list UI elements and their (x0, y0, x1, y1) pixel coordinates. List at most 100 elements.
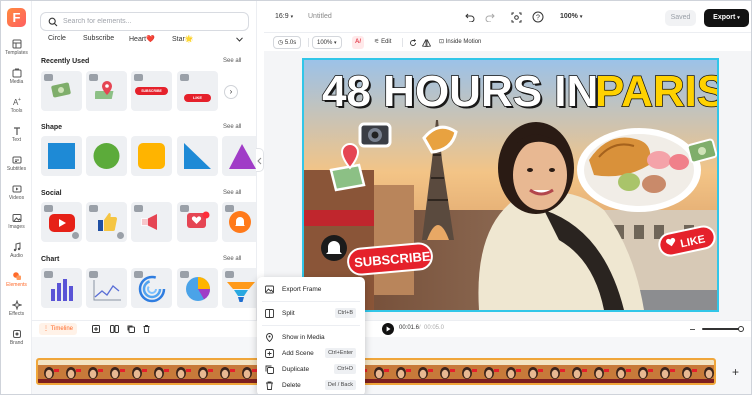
rail-item-audio[interactable]: Audio (1, 242, 32, 259)
see-all-shape[interactable]: See all (223, 124, 241, 130)
saved-button[interactable]: Saved (665, 10, 696, 26)
recent-tile-subscribe[interactable]: SUBSCRIBE (131, 71, 172, 111)
rail-label: Audio (10, 253, 23, 259)
chip-circle[interactable]: Circle (48, 35, 66, 42)
element-zoom-select[interactable]: 100% ▾ (312, 36, 342, 49)
inside-motion-button[interactable]: ⊡ Inside Motion (439, 36, 481, 49)
social-tile-youtube[interactable] (41, 202, 82, 242)
chart-tile-funnel[interactable] (222, 268, 256, 308)
triangle-shape-icon (229, 144, 256, 169)
chip-subscribe[interactable]: Subscribe (83, 35, 114, 42)
rail-item-effects[interactable]: Effects (1, 300, 32, 317)
see-all-chart[interactable]: See all (223, 256, 241, 262)
social-tile-megaphone[interactable] (131, 202, 172, 242)
video-clip-track[interactable] (36, 358, 716, 385)
chart-tile-radial[interactable] (131, 268, 172, 308)
split-clip-icon[interactable] (110, 325, 119, 333)
inside-motion-label: Inside Motion (445, 39, 482, 45)
see-all-social[interactable]: See all (223, 190, 241, 196)
social-tile-heart-notification[interactable] (177, 202, 218, 242)
timeline-icon: ⋮ (43, 326, 49, 332)
copy-clip-icon[interactable] (127, 325, 135, 333)
timeline-track-area: + (32, 337, 751, 394)
menu-item-delete[interactable]: Delete Del / Back (257, 378, 365, 393)
flip-icon[interactable] (422, 39, 431, 47)
context-menu: Export Frame Split Ctrl+B Show in Media … (257, 277, 365, 394)
chevron-right-icon[interactable]: › (224, 85, 238, 99)
recent-tile-like[interactable]: LIKE (177, 71, 218, 111)
video-canvas[interactable]: 48 HOURS IN 48 HOURS IN PARIS SUBSCRIBE … (302, 58, 719, 312)
timeline-zoom-handle[interactable] (738, 326, 744, 332)
aspect-ratio-select[interactable]: 16:9 ▾ (275, 13, 293, 20)
rail-label: Images (8, 224, 25, 230)
redo-icon[interactable] (485, 12, 495, 22)
premium-icon (134, 74, 143, 81)
zoom-value: 100% (560, 13, 578, 20)
money-sticker-icon (51, 82, 71, 98)
timeline-tab[interactable]: ⋮ Timeline (39, 323, 78, 335)
menu-item-export-frame[interactable]: Export Frame (257, 282, 365, 297)
duration-button[interactable]: ◷ 5.0s (273, 36, 302, 49)
chevron-down-icon[interactable] (236, 37, 243, 42)
play-button[interactable] (382, 323, 394, 335)
menu-divider (262, 325, 360, 326)
add-clip-icon[interactable] (92, 325, 100, 333)
rail-item-templates[interactable]: Templates (1, 39, 32, 56)
rail-item-subtitles[interactable]: Subtitles (1, 155, 32, 172)
rail-item-images[interactable]: Images (1, 213, 32, 230)
chip-star[interactable]: Star🌟 (172, 35, 194, 43)
search-box[interactable] (40, 12, 249, 31)
shape-tile-purple-triangle[interactable] (222, 136, 256, 176)
premium-icon (225, 271, 234, 278)
menu-item-add-scene[interactable]: Add Scene Ctrl+Enter (257, 346, 365, 361)
chart-tile-bar[interactable] (41, 268, 82, 308)
clock-icon: ◷ (278, 40, 284, 46)
rail-item-tools[interactable]: A + Tools (1, 97, 32, 114)
pie-chart-icon (186, 277, 210, 301)
top-bar: 16:9 ▾ Untitled ? 100% ▾ Saved Export ▾ (264, 1, 751, 33)
menu-item-duplicate[interactable]: Duplicate Ctrl+D (257, 362, 365, 377)
clip-thumbnails (38, 360, 714, 383)
menu-item-split[interactable]: Split Ctrl+B (257, 306, 365, 321)
export-button[interactable]: Export ▾ (704, 9, 749, 27)
badge-icon (117, 232, 124, 239)
zoom-select[interactable]: 100% ▾ (560, 13, 582, 20)
rail-item-brand[interactable]: Brand (1, 329, 32, 346)
panel-collapse-handle[interactable] (256, 148, 264, 172)
section-title-social: Social (41, 190, 62, 197)
chip-heart[interactable]: Heart❤️ (129, 35, 155, 43)
shape-tile-square[interactable] (41, 136, 82, 176)
rail-item-text[interactable]: Text (1, 126, 32, 143)
help-icon[interactable]: ? (532, 11, 544, 23)
add-track-button[interactable]: + (732, 365, 739, 379)
chart-tile-pie[interactable] (177, 268, 218, 308)
see-all-recently-used[interactable]: See all (223, 58, 241, 64)
zoom-out-icon[interactable] (690, 329, 695, 330)
edit-toolbar: ◷ 5.0s 100% ▾ A/ ⚟ Edit ⊡ Inside Motion (264, 33, 751, 51)
rail-item-media[interactable]: Media (1, 68, 32, 85)
edit-button[interactable]: ⚟ Edit (374, 36, 391, 49)
recent-tile-map-pin[interactable] (86, 71, 127, 111)
shape-tile-rounded-square[interactable] (131, 136, 172, 176)
rail-item-elements[interactable]: Elements (1, 271, 32, 288)
ai-text-button[interactable]: A/ (352, 36, 364, 49)
svg-text:+: + (18, 97, 21, 103)
menu-item-show-in-media[interactable]: Show in Media (257, 330, 365, 345)
shape-tile-circle[interactable] (86, 136, 127, 176)
project-title[interactable]: Untitled (308, 13, 332, 20)
trash-icon[interactable] (143, 325, 150, 333)
undo-icon[interactable] (465, 12, 475, 22)
radial-chart-icon (138, 275, 166, 303)
social-tile-bell[interactable] (222, 202, 256, 242)
shape-tile-triangle[interactable] (177, 136, 218, 176)
effects-icon (11, 300, 22, 310)
timeline-zoom-slider[interactable] (702, 328, 742, 330)
social-tile-thumbs-up[interactable] (86, 202, 127, 242)
chart-tile-line[interactable] (86, 268, 127, 308)
search-input[interactable] (63, 15, 243, 28)
screenshot-icon[interactable] (511, 12, 522, 23)
rotate-icon[interactable] (409, 39, 417, 47)
recent-tile-money[interactable] (41, 71, 82, 111)
rail-label: Subtitles (6, 166, 27, 172)
rail-item-videos[interactable]: Videos (1, 184, 32, 201)
